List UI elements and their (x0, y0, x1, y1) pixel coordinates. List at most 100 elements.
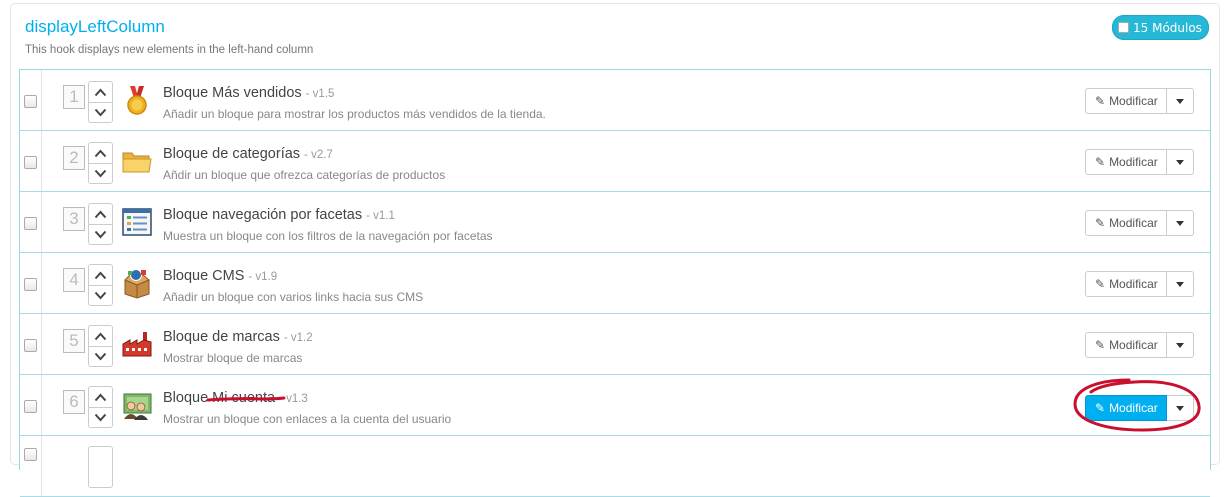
more-actions-dropdown[interactable] (1166, 271, 1194, 297)
module-version: - v1.1 (366, 210, 395, 222)
module-row: 4 Bloque CMS - v1.9 Añadir un bloque con … (20, 253, 1210, 314)
modify-button[interactable]: ✎ Modificar (1085, 210, 1167, 236)
position-arrows (88, 386, 113, 428)
chevron-down-icon (94, 352, 107, 361)
module-name: Bloque navegación por facetas (163, 207, 363, 223)
move-up-button[interactable] (89, 326, 112, 346)
more-actions-dropdown[interactable] (1166, 149, 1194, 175)
position-number: 4 (63, 268, 85, 292)
module-description: Mostrar bloque de marcas (163, 351, 303, 365)
position-arrows (88, 325, 113, 367)
module-name-container: Bloque Más vendidos - v1.5 (163, 85, 334, 101)
module-name: Bloque de marcas (163, 329, 280, 345)
module-name-container: Bloque de categorías - v2.7 (163, 146, 333, 162)
move-down-button[interactable] (89, 407, 112, 427)
more-actions-dropdown[interactable] (1166, 88, 1194, 114)
factory-icon (122, 332, 152, 357)
select-all-checkbox[interactable] (1118, 22, 1129, 33)
module-row: 6 Bloque Mi cuenta - v1.3 Mostrar un bloq… (20, 375, 1210, 436)
move-down-button[interactable] (89, 346, 112, 366)
module-name-container: Bloque navegación por facetas - v1.1 (163, 207, 395, 223)
chevron-down-icon (94, 291, 107, 300)
module-version: - v2.7 (304, 149, 333, 161)
module-description: Muestra un bloque con los filtros de la … (163, 229, 493, 243)
module-name: Bloque CMS (163, 268, 245, 284)
module-row (20, 436, 1210, 497)
modify-button[interactable]: ✎ Modificar (1085, 332, 1167, 358)
move-down-button[interactable] (89, 224, 112, 244)
more-actions-dropdown[interactable] (1166, 332, 1194, 358)
chevron-down-icon (94, 413, 107, 422)
module-version: - v1.9 (248, 271, 278, 283)
module-name-container: Bloque CMS - v1.9 (163, 268, 277, 284)
caret-down-icon (1175, 98, 1184, 104)
row-checkbox[interactable] (24, 400, 37, 413)
more-actions-dropdown[interactable] (1166, 210, 1194, 236)
module-description: Añadir un bloque para mostrar los produc… (163, 107, 546, 121)
move-up-button[interactable] (89, 204, 112, 224)
pencil-icon: ✎ (1095, 94, 1106, 108)
annotation-underline (206, 396, 286, 402)
position-arrows (88, 81, 113, 123)
pencil-icon: ✎ (1095, 155, 1106, 169)
chevron-up-icon (94, 393, 107, 401)
move-up-button[interactable] (89, 387, 112, 407)
modify-button[interactable]: ✎ Modificar (1085, 88, 1167, 114)
account-users-icon (123, 393, 152, 420)
position-number: 5 (63, 329, 85, 353)
caret-down-icon (1175, 220, 1184, 226)
move-down-button[interactable] (89, 285, 112, 305)
row-checkbox[interactable] (24, 95, 37, 108)
row-checkbox[interactable] (24, 448, 37, 461)
pencil-icon: ✎ (1095, 338, 1106, 352)
action-group: ✎ Modificar (1085, 88, 1194, 114)
module-list: 1 Bloque Más vendidos - v1.5 Añadir un bl… (19, 69, 1211, 497)
module-row: 2 Bloque de categorías - v2.7 Añdir un bl… (20, 131, 1210, 192)
action-group: ✎ Modificar (1085, 149, 1194, 175)
module-version: - v1.5 (305, 88, 335, 100)
move-up-button[interactable] (89, 143, 112, 163)
chevron-up-icon (94, 332, 107, 340)
chevron-up-icon (94, 88, 107, 96)
module-row: 3 Bloque navegación por facetas - v1.1 Mu… (20, 192, 1210, 253)
position-number: 1 (63, 85, 85, 109)
module-name: Bloque Más vendidos (163, 85, 302, 101)
row-checkbox[interactable] (24, 156, 37, 169)
modify-button[interactable]: ✎ Modificar (1085, 149, 1167, 175)
action-group: ✎ Modificar (1085, 210, 1194, 236)
action-group: ✎ Modificar (1085, 332, 1194, 358)
annotation-circle (1073, 378, 1201, 432)
row-checkbox[interactable] (24, 339, 37, 352)
chevron-up-icon (94, 210, 107, 218)
filter-list-icon (122, 208, 152, 236)
move-up-button[interactable] (89, 265, 112, 285)
chevron-up-icon (94, 149, 107, 157)
position-number: 6 (63, 390, 85, 414)
pencil-icon: ✎ (1095, 216, 1106, 230)
position-arrows (88, 446, 113, 488)
modules-count-label: 15 Módulos (1133, 20, 1202, 35)
modify-button[interactable]: ✎ Modificar (1085, 271, 1167, 297)
cms-box-icon (124, 269, 150, 299)
position-arrows (88, 264, 113, 306)
chevron-down-icon (94, 230, 107, 239)
position-number: 3 (63, 207, 85, 231)
row-checkbox[interactable] (24, 217, 37, 230)
position-arrows (88, 142, 113, 184)
hook-title: displayLeftColumn (25, 17, 165, 36)
move-down-button[interactable] (89, 163, 112, 183)
folder-icon (122, 152, 152, 173)
row-checkbox[interactable] (24, 278, 37, 291)
module-row: 5 Bloque de marcas - v1.2 Mostrar bloque … (20, 314, 1210, 375)
caret-down-icon (1175, 159, 1184, 165)
module-description: Añdir un bloque que ofrezca categorías d… (163, 168, 446, 182)
module-name-container: Bloque de marcas - v1.2 (163, 329, 313, 345)
modules-count-badge[interactable]: 15 Módulos (1112, 15, 1209, 40)
medal-icon (127, 86, 147, 115)
chevron-down-icon (94, 169, 107, 178)
module-version: - v1.2 (283, 332, 313, 344)
move-down-button[interactable] (89, 102, 112, 122)
move-up-button[interactable] (89, 82, 112, 102)
position-number: 2 (63, 146, 85, 170)
module-name: Bloque de categorías (163, 146, 301, 162)
